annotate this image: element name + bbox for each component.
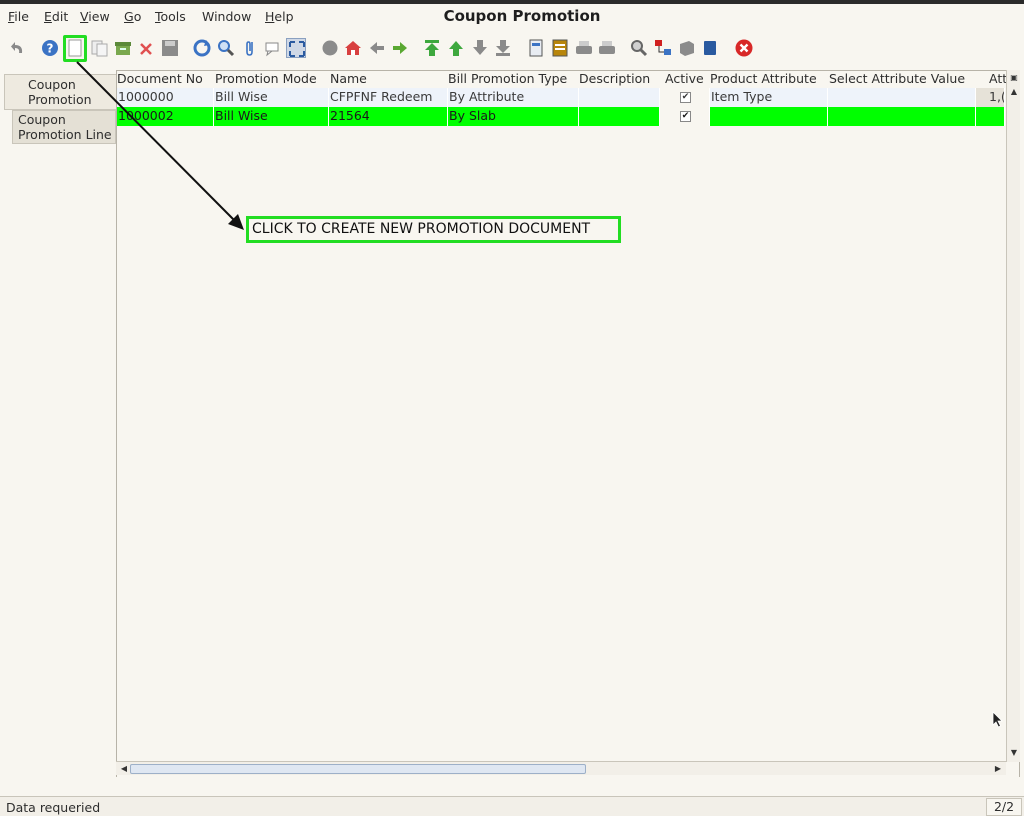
tab-sidebar: Coupon Promotion Coupon Promotion Line [0, 70, 116, 780]
window-title: Coupon Promotion [443, 7, 601, 25]
tab-coupon-promotion-line[interactable]: Coupon Promotion Line [12, 110, 116, 144]
cell-active[interactable]: ✔ [660, 107, 710, 126]
svg-text:?: ? [47, 42, 54, 56]
active-checkbox[interactable]: ✔ [680, 111, 691, 122]
next-record-icon[interactable] [470, 38, 490, 58]
tab-label-line1: Coupon [28, 77, 76, 92]
cell-promotion-mode[interactable]: Bill Wise [214, 88, 329, 107]
tab-coupon-promotion[interactable]: Coupon Promotion [4, 74, 116, 110]
cell-promotion-mode[interactable]: Bill Wise [214, 107, 329, 126]
column-header-bill-promotion-type[interactable]: Bill Promotion Type [448, 71, 578, 88]
record-grid: Document No Promotion Mode Name Bill Pro… [116, 70, 1020, 777]
home-icon[interactable] [343, 38, 363, 58]
tab-label-line2: Promotion [28, 92, 92, 107]
cell-name[interactable]: 21564 [329, 107, 448, 126]
close-window-icon[interactable] [734, 38, 754, 58]
cell-select-attribute-value[interactable] [828, 88, 976, 107]
column-header-description[interactable]: Description [579, 71, 663, 88]
cell-bill-promotion-type[interactable]: By Slab [448, 107, 579, 126]
report-icon[interactable] [526, 38, 546, 58]
new-record-icon[interactable] [65, 38, 85, 58]
table-row[interactable]: 1000000 Bill Wise CFPFNF Redeem By Attri… [117, 88, 1005, 107]
scroll-down-icon[interactable]: ▼ [1008, 747, 1020, 759]
toggle-grid-icon[interactable] [286, 38, 306, 58]
vertical-scrollbar[interactable]: ▣ ▲ ▼ [1006, 70, 1020, 762]
last-record-icon[interactable] [493, 38, 513, 58]
undo-icon[interactable] [8, 38, 28, 58]
status-message: Data requeried [6, 800, 101, 815]
product-info-icon[interactable] [677, 38, 697, 58]
copy-record-icon[interactable] [90, 38, 110, 58]
zoom-across-icon[interactable] [629, 38, 649, 58]
record-count[interactable]: 2/2 [986, 798, 1022, 816]
find-icon[interactable] [216, 38, 236, 58]
print-all-icon[interactable] [597, 38, 617, 58]
cell-product-attribute[interactable] [710, 107, 828, 126]
cell-bill-promotion-type[interactable]: By Attribute [448, 88, 579, 107]
next-icon[interactable] [390, 38, 410, 58]
table-row-selected[interactable]: 1000002 Bill Wise 21564 By Slab ✔ [117, 107, 1005, 126]
previous-record-icon[interactable] [446, 38, 466, 58]
delete-icon[interactable] [137, 38, 157, 58]
history-icon[interactable] [320, 38, 340, 58]
column-header-select-attribute-value[interactable]: Select Attribute Value [829, 71, 977, 88]
column-header-document-no[interactable]: Document No [117, 71, 213, 88]
grid-header: Document No Promotion Mode Name Bill Pro… [117, 71, 1019, 88]
mouse-cursor-icon [992, 711, 1003, 728]
workflow-icon[interactable] [653, 38, 673, 58]
column-header-product-attribute[interactable]: Product Attribute [710, 71, 828, 88]
first-record-icon[interactable] [422, 38, 442, 58]
cell-document-no[interactable]: 1000002 [117, 107, 214, 126]
column-header-attr[interactable]: Attr [989, 71, 1007, 88]
horizontal-scrollbar[interactable]: ◀ ▶ [116, 761, 1006, 775]
scroll-left-icon[interactable]: ◀ [118, 763, 130, 775]
column-header-active[interactable]: Active [665, 71, 709, 88]
active-checkbox[interactable]: ✔ [680, 92, 691, 103]
refresh-icon[interactable] [192, 38, 212, 58]
menu-bar: File Edit View Go Tools Window Help Coup… [0, 4, 1024, 28]
scroll-up-icon[interactable]: ▲ [1008, 86, 1020, 98]
cell-select-attribute-value[interactable] [828, 107, 976, 126]
cell-attr[interactable] [976, 107, 1005, 126]
scroll-right-icon[interactable]: ▶ [992, 763, 1004, 775]
print-preview-icon[interactable] [550, 38, 570, 58]
tab-label-line1: Coupon [18, 112, 66, 127]
scrollbar-thumb[interactable] [130, 764, 586, 774]
status-bar: Data requeried 2/2 [0, 796, 1024, 816]
column-header-promotion-mode[interactable]: Promotion Mode [215, 71, 329, 88]
cell-document-no[interactable]: 1000000 [117, 88, 214, 107]
cell-product-attribute[interactable]: Item Type [710, 88, 828, 107]
tab-label-line2: Promotion Line [18, 127, 112, 142]
column-header-name[interactable]: Name [330, 71, 448, 88]
cell-active[interactable]: ✔ [660, 88, 710, 107]
help-icon[interactable]: ? [40, 38, 60, 58]
chat-icon[interactable] [263, 38, 283, 58]
annotation-callout: CLICK TO CREATE NEW PROMOTION DOCUMENT [246, 216, 621, 243]
archive-icon[interactable] [113, 38, 133, 58]
cell-description[interactable] [579, 107, 660, 126]
previous-icon[interactable] [367, 38, 387, 58]
print-icon[interactable] [574, 38, 594, 58]
toolbar: ? [0, 32, 1024, 64]
save-icon[interactable] [160, 38, 180, 58]
column-chooser-icon[interactable]: ▣ [1008, 72, 1020, 84]
cell-attr[interactable]: 1,( [976, 88, 1005, 107]
cell-name[interactable]: CFPFNF Redeem [329, 88, 448, 107]
attachment-icon[interactable] [240, 38, 260, 58]
request-icon[interactable] [700, 38, 720, 58]
cell-description[interactable] [579, 88, 660, 107]
